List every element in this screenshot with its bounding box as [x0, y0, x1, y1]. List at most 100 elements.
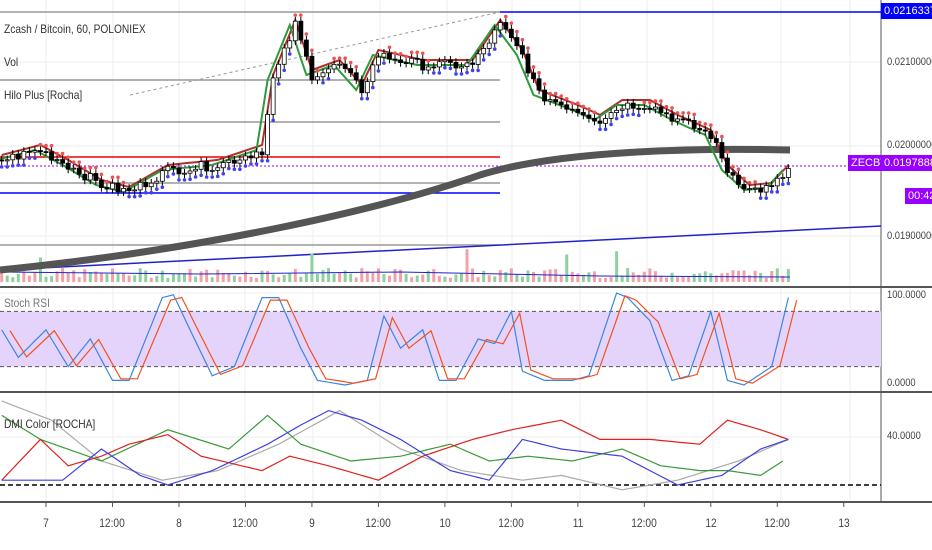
candle: [137, 181, 143, 191]
dmi-legend[interactable]: DMI Color [ROCHA]: [4, 417, 95, 431]
trading-chart[interactable]: [0, 0, 932, 550]
hilo-dot: [66, 155, 70, 160]
volume-bar: [509, 268, 513, 282]
candle: [686, 118, 692, 121]
volume-bar: [421, 274, 425, 282]
hilo-dot: [747, 180, 752, 185]
candle: [82, 173, 88, 181]
price-tick: 0.02100000: [887, 56, 932, 68]
candle: [475, 53, 481, 65]
candle: [597, 120, 603, 124]
candle: [619, 108, 625, 111]
volume-bar: [255, 277, 259, 282]
candle: [553, 99, 559, 103]
candle: [758, 187, 764, 193]
volume-bar: [133, 275, 137, 282]
candle: [525, 53, 531, 74]
hilo-dot: [337, 56, 342, 60]
moving-average: [0, 145, 791, 274]
hilo-dot: [537, 70, 541, 75]
hilo-dot: [559, 94, 564, 98]
candle: [730, 172, 736, 176]
hilo-dot: [681, 111, 685, 115]
candle: [547, 99, 553, 102]
hilo-dot: [448, 66, 453, 71]
hilo-dot: [481, 58, 486, 62]
candle: [65, 162, 71, 170]
candle: [76, 167, 82, 175]
hilo-dot: [398, 52, 403, 56]
candle: [708, 130, 714, 139]
hilo-dot: [437, 71, 442, 75]
candle: [752, 187, 758, 190]
price-tick: 0.02000000: [887, 139, 932, 151]
candle: [38, 150, 43, 152]
volume-bar: [5, 275, 9, 282]
hilo-dot: [742, 176, 746, 181]
hilo-dot: [382, 61, 386, 65]
stoch-tick: 100.0000: [887, 289, 927, 301]
volume-bar: [493, 276, 497, 282]
symbol-legend[interactable]: Zcash / Bitcoin, 60, POLONIEX: [4, 22, 146, 36]
candle: [520, 45, 525, 55]
volume-bar: [709, 273, 713, 282]
hilo-dot: [492, 47, 497, 51]
volume-bar: [266, 270, 270, 282]
hilo-dot: [82, 166, 87, 171]
volume-bar: [166, 277, 170, 282]
stoch-legend[interactable]: Stoch RSI: [4, 296, 50, 310]
candle: [303, 39, 309, 57]
candle: [220, 162, 226, 169]
volume-bar: [642, 271, 646, 282]
candle: [265, 113, 271, 156]
hilo-dot: [149, 190, 154, 195]
candle: [171, 165, 176, 169]
hilo-dot: [420, 51, 425, 56]
volume-bar: [227, 273, 231, 282]
candle: [691, 119, 697, 129]
hilo-dot: [127, 194, 131, 199]
hilo-dot: [659, 99, 663, 103]
hilo-dot: [487, 52, 492, 57]
candle: [536, 78, 542, 91]
candle: [370, 64, 376, 82]
candle: [315, 76, 320, 81]
volume-bar: [77, 277, 81, 282]
volume-bar: [631, 272, 635, 282]
hilo-dot: [686, 111, 691, 115]
hilo-dot: [769, 190, 774, 194]
volume-bar: [410, 277, 414, 282]
hilo-dot: [33, 156, 37, 160]
volume-bar: [216, 269, 220, 282]
candle: [43, 151, 49, 153]
volume-bar: [33, 272, 37, 282]
volume-bar: [692, 273, 696, 282]
hilo-dot: [731, 164, 735, 169]
hilo-dot: [758, 196, 763, 200]
candle: [514, 37, 520, 47]
candle: [630, 102, 636, 109]
hilo-dot: [348, 60, 353, 65]
candle: [143, 181, 149, 188]
volume-bar: [183, 273, 186, 282]
hilo-dot: [393, 51, 397, 55]
candle: [769, 185, 775, 187]
candle: [32, 150, 38, 153]
volume-bar: [775, 268, 779, 282]
candle: [448, 59, 453, 63]
candle: [763, 185, 769, 193]
candle: [237, 159, 243, 164]
hilo-legend[interactable]: Hilo Plus [Rocha]: [4, 88, 82, 102]
candle: [503, 22, 509, 30]
volume-bar: [249, 276, 253, 282]
volume-bar: [532, 271, 536, 282]
volume-legend[interactable]: Vol: [4, 55, 18, 69]
candle: [470, 62, 475, 65]
hilo-dot: [271, 118, 275, 123]
volume-bar: [376, 268, 380, 282]
candle: [697, 128, 703, 131]
hilo-dot: [166, 174, 170, 179]
hilo-dot: [714, 130, 719, 135]
hilo-dot: [786, 181, 791, 186]
candle: [381, 52, 387, 58]
